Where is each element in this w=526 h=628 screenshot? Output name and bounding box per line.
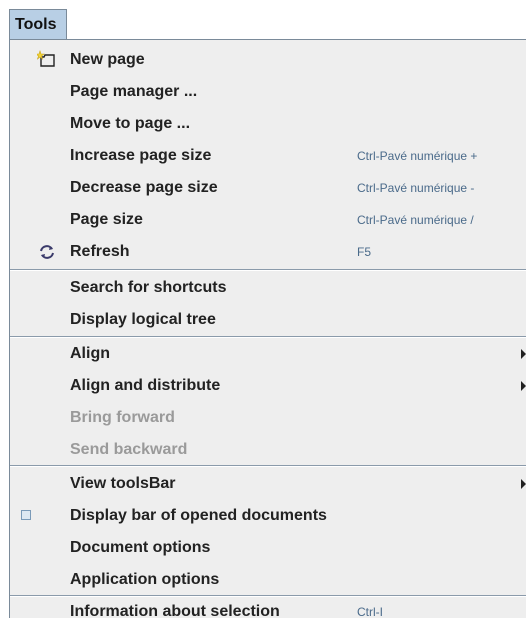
menu-item-increase-page-size[interactable]: Increase page size Ctrl-Pavé numérique + [10,140,526,172]
menu-item-new-page[interactable]: New page [10,44,526,76]
menu-item-info-selection[interactable]: Information about selection Ctrl-I [10,596,526,628]
tools-menu-popup: New page Page manager ... Move to page .… [9,39,526,620]
menu-separator [10,269,526,271]
menu-item-label: Application options [70,571,220,588]
submenu-arrow-icon [521,381,526,391]
menu-item-application-options[interactable]: Application options [10,564,526,596]
menu-item-label: Align and distribute [70,377,221,394]
tools-menu[interactable]: Tools [9,9,67,40]
shortcut-label: Ctrl-I [357,605,383,619]
menu-item-align-distribute[interactable]: Align and distribute [10,370,526,402]
menu-bar: Tools [0,0,526,40]
menu-item-page-manager[interactable]: Page manager ... [10,76,526,108]
menu-item-label: Display logical tree [70,311,216,328]
new-page-icon [35,50,57,70]
menu-item-label: Bring forward [70,409,175,426]
refresh-icon [37,242,57,262]
menu-item-label: Move to page ... [70,115,191,132]
menu-item-label: New page [70,51,145,68]
submenu-arrow-icon [521,479,526,489]
menu-item-label: Align [70,345,110,362]
menu-item-label: Information about selection [70,603,280,620]
menu-item-display-opened-docs-bar[interactable]: Display bar of opened documents [10,500,526,532]
menu-item-label: Document options [70,539,211,556]
menu-item-move-to-page[interactable]: Move to page ... [10,108,526,140]
shortcut-label: Ctrl-Pavé numérique + [357,149,478,163]
shortcut-label: Ctrl-Pavé numérique / [357,213,474,227]
menu-item-view-toolsbar[interactable]: View toolsBar [10,468,526,500]
menu-item-bring-forward: Bring forward [10,402,526,434]
menu-item-label: Send backward [70,441,188,458]
menu-item-send-backward: Send backward [10,434,526,466]
menu-item-display-logical-tree[interactable]: Display logical tree [10,304,526,336]
menu-separator [10,465,526,467]
menu-item-page-size[interactable]: Page size Ctrl-Pavé numérique / [10,204,526,236]
menu-item-label: Display bar of opened documents [70,507,327,524]
menu-item-align[interactable]: Align [10,338,526,370]
checkbox-icon[interactable] [20,509,34,523]
menu-item-label: Decrease page size [70,179,218,196]
menu-item-label: Refresh [70,243,130,260]
menu-item-label: View toolsBar [70,475,176,492]
shortcut-label: F5 [357,245,372,259]
menu-item-label: Page size [70,211,143,228]
menu-item-decrease-page-size[interactable]: Decrease page size Ctrl-Pavé numérique - [10,172,526,204]
submenu-arrow-icon [521,349,526,359]
menu-item-document-options[interactable]: Document options [10,532,526,564]
menu-item-refresh[interactable]: Refresh F5 [10,236,526,268]
menu-item-label: Page manager ... [70,83,198,100]
menu-item-label: Search for shortcuts [70,279,227,296]
shortcut-label: Ctrl-Pavé numérique - [357,181,475,195]
menu-item-search-shortcuts[interactable]: Search for shortcuts [10,272,526,304]
menu-separator [10,336,526,338]
menu-item-label: Increase page size [70,147,212,164]
